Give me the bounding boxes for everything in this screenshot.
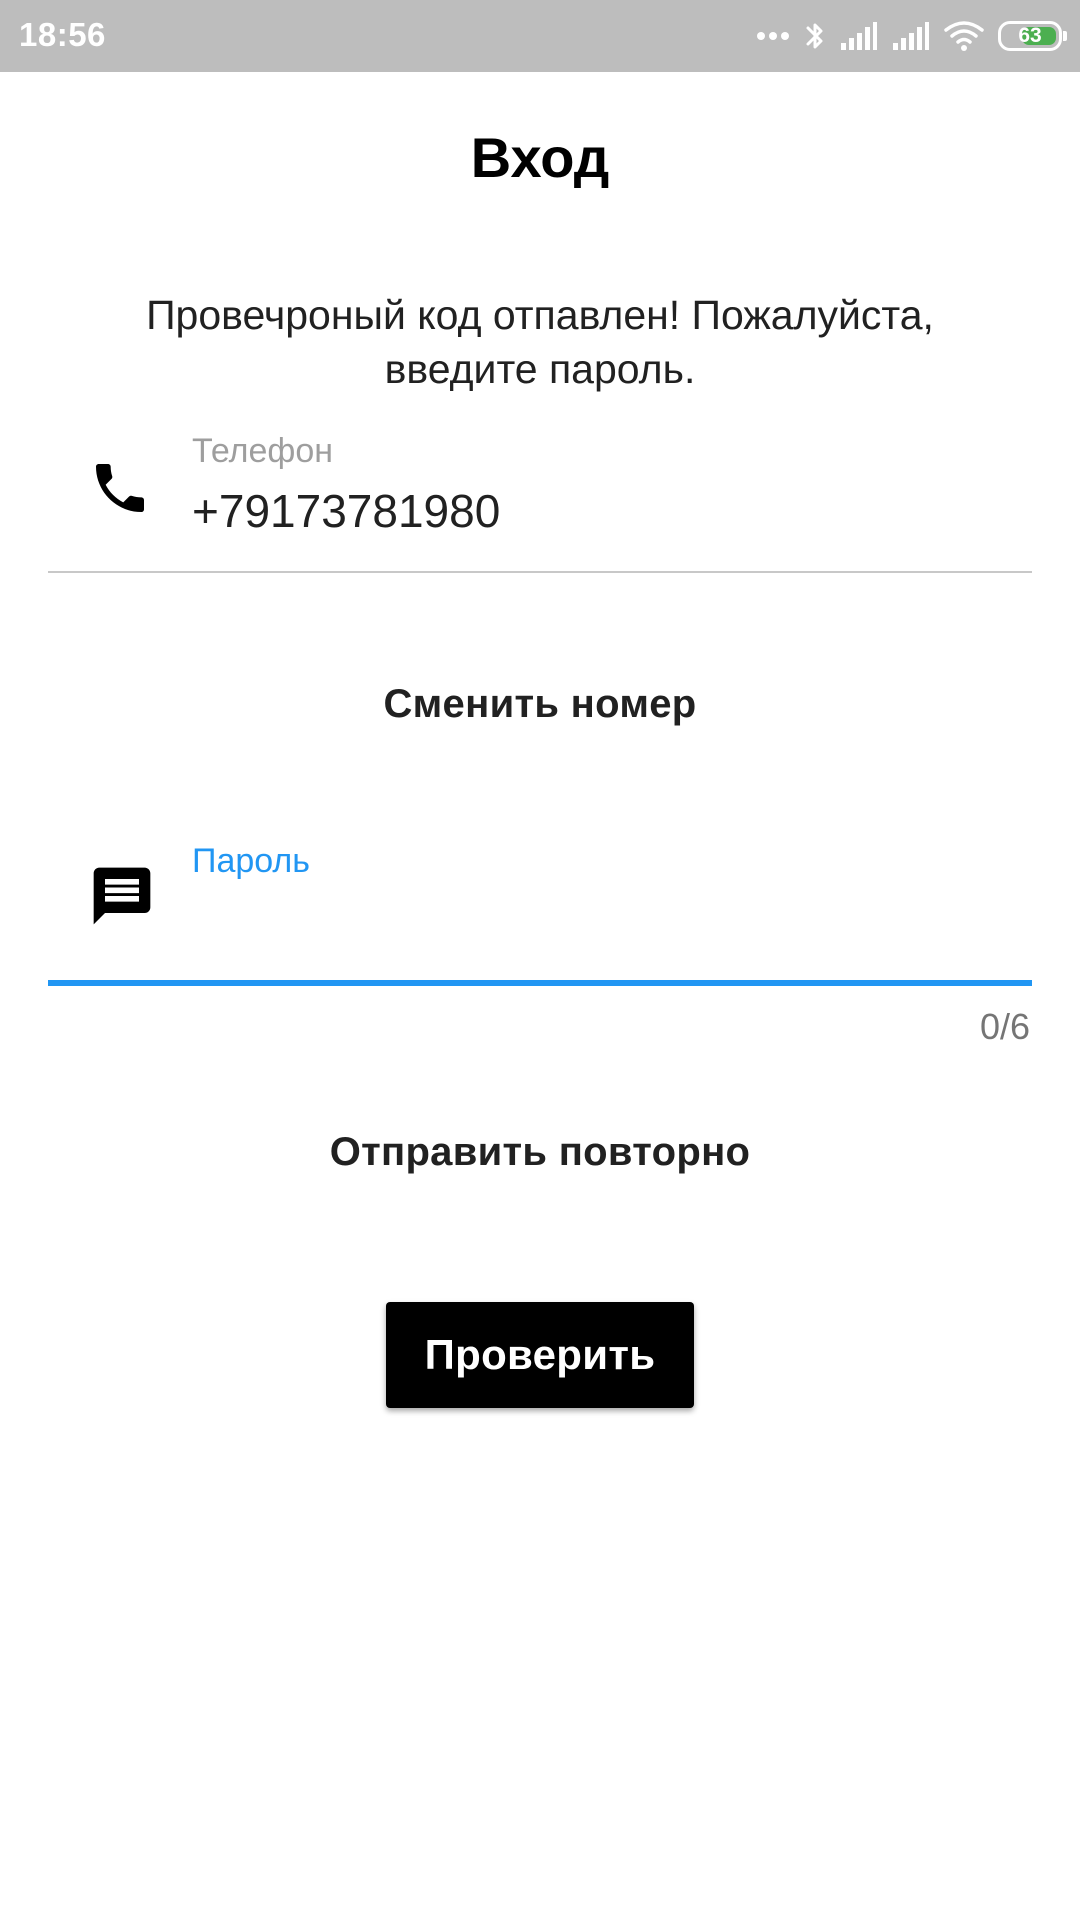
character-counter: 0/6 (979, 1006, 1030, 1047)
battery-icon: 63 (998, 21, 1067, 51)
status-time: 18:56 (19, 16, 106, 53)
page-title: Вход (470, 126, 610, 189)
resend-button[interactable]: Отправить повторно (0, 1130, 1080, 1175)
signal-icon (892, 21, 930, 51)
verify-button[interactable]: Проверить (386, 1302, 694, 1408)
bluetooth-icon (804, 19, 826, 53)
password-field[interactable]: Пароль (48, 830, 1032, 990)
status-icons: 63 (756, 14, 1067, 58)
phone-icon (88, 456, 152, 525)
battery-tip (1063, 31, 1067, 41)
phone-value[interactable]: +79173781980 (192, 484, 500, 538)
password-label: Пароль (192, 842, 310, 880)
password-underline (48, 980, 1032, 986)
status-bar: 18:56 63 (0, 0, 1080, 72)
wifi-icon (944, 20, 984, 52)
battery-level: 63 (1018, 24, 1042, 47)
change-number-button[interactable]: Сменить номер (0, 682, 1080, 727)
message-icon (88, 862, 156, 935)
phone-field[interactable]: Телефон +79173781980 (48, 420, 1032, 574)
phone-underline (48, 571, 1032, 573)
info-message: Провечроный код отпавлен! Пожалуйста, вв… (146, 292, 934, 392)
signal-icon (840, 21, 878, 51)
more-dots-icon (756, 31, 790, 41)
phone-label: Телефон (192, 432, 334, 470)
